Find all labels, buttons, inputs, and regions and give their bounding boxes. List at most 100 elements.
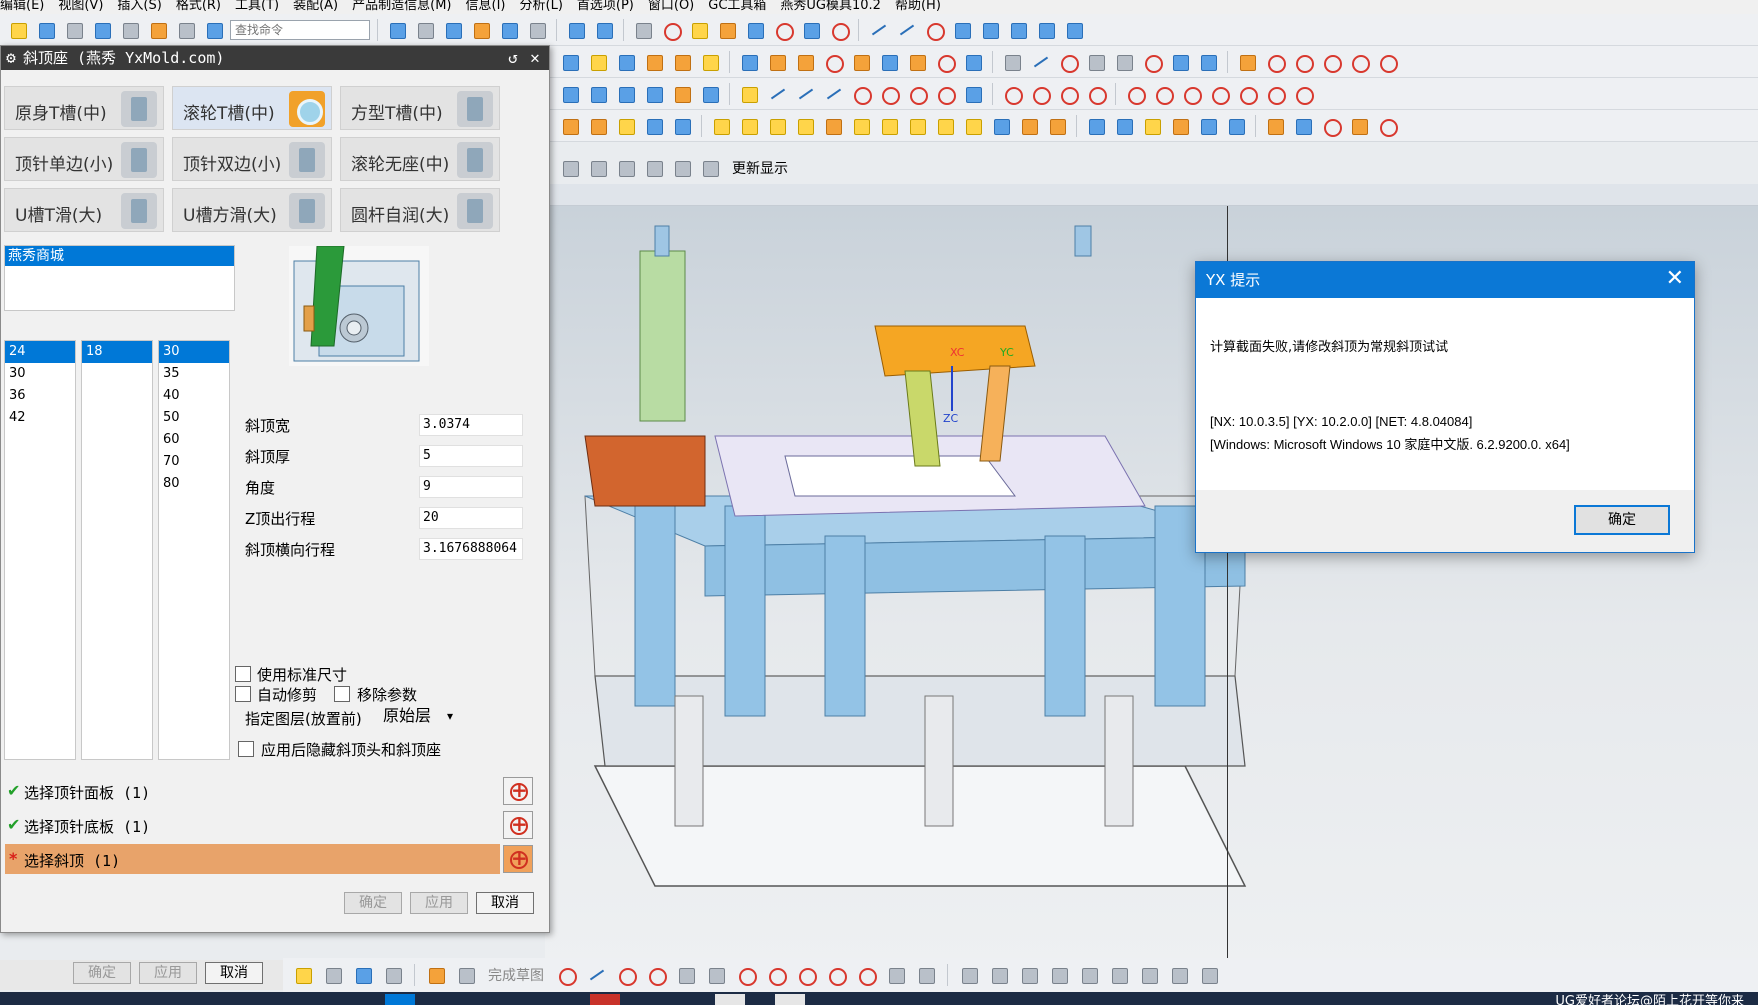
param-input[interactable]: 20: [419, 507, 523, 529]
rotate-view-icon[interactable]: [413, 18, 437, 42]
refresh-icon[interactable]: [698, 156, 722, 180]
task-item-4[interactable]: [775, 994, 805, 1005]
point-tool-icon[interactable]: [884, 963, 908, 987]
mold-tool-2-icon[interactable]: [586, 114, 610, 138]
gear-icon[interactable]: ⚙: [1, 48, 21, 68]
sketch-chain3-icon[interactable]: [933, 82, 957, 106]
mirror-tool-icon[interactable]: [1077, 963, 1101, 987]
menu-item[interactable]: 视图(V): [58, 0, 103, 12]
constraint-icon[interactable]: [957, 963, 981, 987]
search-input[interactable]: [230, 19, 370, 40]
mold-tool-28-icon[interactable]: [1375, 114, 1399, 138]
dimension-icon[interactable]: [827, 18, 851, 42]
crosshair-select-icon[interactable]: [503, 777, 533, 805]
chamfer-tool-icon[interactable]: [704, 963, 728, 987]
circle4-icon[interactable]: [1207, 82, 1231, 106]
sketch-bend-icon[interactable]: [1000, 82, 1024, 106]
mold-tool-21-icon[interactable]: [1168, 114, 1192, 138]
menu-item[interactable]: 编辑(E): [0, 0, 44, 12]
snap-cross-icon[interactable]: [642, 156, 666, 180]
size-option[interactable]: 24: [5, 341, 75, 363]
divide-curve-icon[interactable]: [1319, 50, 1343, 74]
size-list-1[interactable]: 24 30 36 42: [4, 340, 76, 760]
cube-icon[interactable]: [381, 963, 405, 987]
mold-tool-27-icon[interactable]: [1347, 114, 1371, 138]
arc-tool-icon[interactable]: [614, 963, 638, 987]
spline-tool-icon[interactable]: [794, 963, 818, 987]
subtract-icon[interactable]: [765, 50, 789, 74]
type-button[interactable]: U槽T滑(大): [4, 188, 164, 232]
intersect-icon[interactable]: [793, 50, 817, 74]
size-option[interactable]: 70: [159, 451, 229, 473]
remove-params-checkbox[interactable]: [334, 686, 350, 702]
trim-icon[interactable]: [1034, 18, 1058, 42]
update-display-label[interactable]: 更新显示: [732, 158, 788, 178]
task-item-3[interactable]: [715, 994, 745, 1005]
grid-icon[interactable]: [771, 18, 795, 42]
paste-icon[interactable]: [174, 18, 198, 42]
menu-item[interactable]: 信息(I): [466, 0, 506, 12]
layout-icon[interactable]: [1062, 18, 1086, 42]
measure-icon[interactable]: [715, 18, 739, 42]
circle5-icon[interactable]: [1235, 82, 1259, 106]
line-tool-icon[interactable]: [584, 963, 608, 987]
size-option[interactable]: 35: [159, 363, 229, 385]
pattern-tool-icon[interactable]: [1137, 963, 1161, 987]
background-icon[interactable]: [525, 18, 549, 42]
circle2-icon[interactable]: [1151, 82, 1175, 106]
finish-sketch-label[interactable]: 完成草图: [488, 965, 544, 985]
section-icon[interactable]: [469, 18, 493, 42]
analysis-icon[interactable]: [743, 18, 767, 42]
mold-tool-4-icon[interactable]: [642, 114, 666, 138]
circle6-icon[interactable]: [1263, 82, 1287, 106]
selection-step[interactable]: ✔ 选择顶针底板 (1): [5, 810, 500, 840]
offset-tool-icon[interactable]: [914, 963, 938, 987]
menu-item[interactable]: GC工具箱: [708, 0, 766, 12]
menu-item[interactable]: 燕秀UG模具10.2: [780, 0, 881, 12]
frame-icon[interactable]: [642, 82, 666, 106]
mold-tool-13-icon[interactable]: [905, 114, 929, 138]
snap-point-icon[interactable]: [586, 156, 610, 180]
tree-icon[interactable]: [351, 963, 375, 987]
layer-select[interactable]: 原始层: [379, 704, 455, 728]
sketch-icon[interactable]: [558, 50, 582, 74]
size-option[interactable]: 30: [5, 363, 75, 385]
sketch-line3-icon[interactable]: [821, 82, 845, 106]
hide-after-apply-checkbox[interactable]: [238, 741, 254, 757]
menu-item[interactable]: 装配(A): [293, 0, 338, 12]
mold-tool-15-icon[interactable]: [961, 114, 985, 138]
dimension-tool-icon[interactable]: [1107, 963, 1131, 987]
type-button[interactable]: 滚轮T槽(中): [172, 86, 332, 130]
menu-item[interactable]: 格式(R): [176, 0, 221, 12]
fillet-icon[interactable]: [1006, 18, 1030, 42]
reset-icon[interactable]: ↺: [503, 48, 523, 68]
snap-edge-icon[interactable]: [670, 156, 694, 180]
type-button[interactable]: 原身T槽(中): [4, 86, 164, 130]
arc-icon[interactable]: [922, 18, 946, 42]
snap-center-icon[interactable]: [614, 156, 638, 180]
shop-list[interactable]: 燕秀商城: [4, 245, 235, 311]
menu-item[interactable]: 首选项(P): [577, 0, 634, 12]
dock-cancel-button[interactable]: 取消: [205, 962, 263, 984]
split-icon[interactable]: [821, 50, 845, 74]
fillet-curve-icon[interactable]: [1375, 50, 1399, 74]
bulb-icon[interactable]: [291, 963, 315, 987]
mold-tool-11-icon[interactable]: [849, 114, 873, 138]
profile-icon[interactable]: [554, 963, 578, 987]
sketch-chain2-icon[interactable]: [905, 82, 929, 106]
hammer-icon[interactable]: [321, 963, 345, 987]
sketch-bend2-icon[interactable]: [1028, 82, 1052, 106]
dialog-title-bar[interactable]: 斜顶座 (燕秀 YxMold.com) ⚙ ↺ ✕: [1, 46, 549, 70]
size-option[interactable]: 18: [82, 341, 152, 363]
fit-view-icon[interactable]: [385, 18, 409, 42]
mold-tool-9-icon[interactable]: [793, 114, 817, 138]
mold-tool-3-icon[interactable]: [614, 114, 638, 138]
size-list-3[interactable]: 30 35 40 50 60 70 80: [158, 340, 230, 760]
edit-curve-icon[interactable]: [1347, 50, 1371, 74]
shell-icon[interactable]: [905, 50, 929, 74]
curve-line-icon[interactable]: [1028, 50, 1052, 74]
unite-icon[interactable]: [737, 50, 761, 74]
conic-tool-icon[interactable]: [854, 963, 878, 987]
trim-body-icon[interactable]: [849, 50, 873, 74]
param-input[interactable]: 3.1676888064: [419, 538, 523, 560]
